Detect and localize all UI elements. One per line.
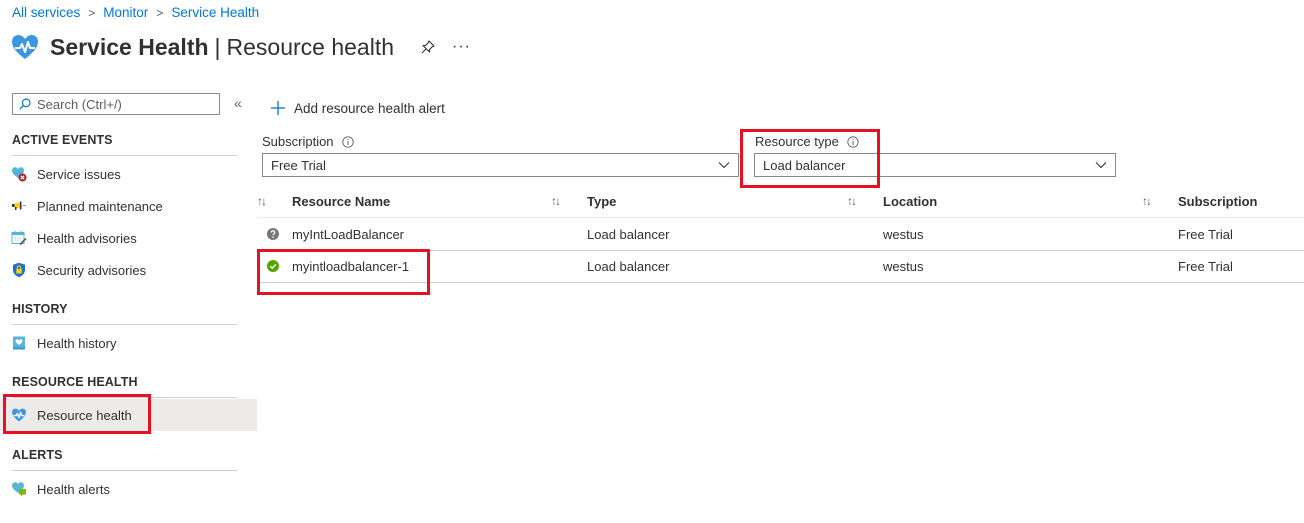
sidebar-item-health-history[interactable]: Health history [0, 327, 257, 359]
sidebar-item-label: Planned maintenance [37, 198, 163, 214]
chevron-down-icon [1095, 162, 1107, 169]
resource-type-label-text: Resource type [755, 134, 839, 149]
resource-subscription: Free Trial [1178, 226, 1233, 242]
breadcrumb-separator: > [88, 5, 96, 20]
column-header-subscription[interactable]: Subscription [1178, 185, 1257, 217]
sidebar-item-label: Health advisories [37, 230, 137, 246]
sidebar-item-label: Service issues [37, 166, 121, 182]
column-header-type[interactable]: Type [587, 185, 616, 217]
table-header: ↑↓ Resource Name ↑↓ Type ↑↓ Location ↑↓ … [257, 185, 1304, 218]
sidebar-search-input[interactable] [37, 96, 207, 112]
collapse-sidebar-button[interactable]: « [234, 95, 242, 111]
info-icon[interactable] [847, 135, 859, 148]
table-row[interactable]: myIntLoadBalancer Load balancer westus F… [257, 218, 1304, 251]
page-title-main: Service Health [50, 33, 209, 60]
sidebar-item-label: Health alerts [37, 481, 110, 497]
resource-type-value: Load balancer [763, 157, 846, 173]
search-icon [19, 98, 31, 110]
section-divider [12, 155, 237, 156]
health-alert-icon [11, 481, 27, 497]
plus-icon [271, 101, 285, 115]
resource-type: Load balancer [587, 258, 670, 274]
sort-icon[interactable]: ↑↓ [257, 185, 267, 217]
subscription-label: Subscription [262, 134, 354, 149]
page-title: Service Health | Resource health [50, 34, 394, 61]
sidebar-item-resource-health[interactable]: Resource health [0, 399, 257, 431]
shield-lock-icon [11, 262, 27, 278]
page-subtitle: Resource health [226, 33, 395, 60]
sidebar-item-label: Health history [37, 335, 117, 351]
column-header-resource-name[interactable]: Resource Name [292, 185, 390, 217]
status-available-icon [267, 250, 279, 282]
breadcrumb: All services > Monitor > Service Health [12, 5, 259, 20]
heart-pulse-icon [12, 35, 38, 59]
section-header-active-events: ACTIVE EVENTS [12, 133, 113, 147]
section-divider [12, 324, 237, 325]
table-row[interactable]: myintloadbalancer-1 Load balancer westus… [257, 250, 1304, 283]
health-book-icon [11, 335, 27, 351]
more-options-button[interactable]: ··· [452, 38, 471, 56]
resource-location: westus [883, 258, 924, 274]
pin-icon[interactable] [420, 39, 436, 55]
section-divider [12, 397, 237, 398]
resource-subscription: Free Trial [1178, 258, 1233, 274]
resource-location: westus [883, 226, 924, 242]
sidebar-item-health-advisories[interactable]: Health advisories [0, 222, 257, 254]
subscription-label-text: Subscription [262, 134, 334, 149]
status-unknown-icon [267, 218, 279, 250]
resource-type-label: Resource type [755, 134, 859, 149]
sidebar-item-health-alerts[interactable]: Health alerts [0, 473, 257, 505]
section-divider [12, 470, 237, 471]
sidebar-item-service-issues[interactable]: Service issues [0, 158, 257, 190]
section-header-alerts: ALERTS [12, 448, 63, 462]
section-header-resource-health: RESOURCE HEALTH [12, 375, 138, 389]
resource-name[interactable]: myintloadbalancer-1 [292, 250, 409, 282]
chevron-down-icon [718, 162, 730, 169]
column-header-location[interactable]: Location [883, 185, 937, 217]
add-resource-health-alert-button[interactable]: Add resource health alert [270, 100, 445, 116]
breadcrumb-monitor[interactable]: Monitor [103, 5, 148, 20]
resource-type-dropdown[interactable]: Load balancer [754, 153, 1116, 177]
resource-name[interactable]: myIntLoadBalancer [292, 218, 404, 250]
sidebar-item-security-advisories[interactable]: Security advisories [0, 254, 257, 286]
breadcrumb-service-health[interactable]: Service Health [171, 5, 259, 20]
sidebar-item-label: Resource health [37, 407, 132, 423]
sidebar-item-label: Security advisories [37, 262, 147, 278]
subscription-dropdown[interactable]: Free Trial [262, 153, 739, 177]
megaphone-icon [11, 198, 27, 214]
sidebar-item-planned-maintenance[interactable]: Planned maintenance [0, 190, 257, 222]
resource-type: Load balancer [587, 226, 670, 242]
calendar-wrench-icon [11, 230, 27, 246]
breadcrumb-separator: > [156, 5, 164, 20]
sort-icon[interactable]: ↑↓ [551, 185, 561, 217]
info-icon[interactable] [341, 135, 354, 148]
add-alert-label: Add resource health alert [294, 100, 445, 116]
page-header: Service Health | Resource health ··· [10, 30, 471, 64]
title-separator: | [214, 33, 221, 60]
sort-icon[interactable]: ↑↓ [1142, 185, 1152, 217]
breadcrumb-all-services[interactable]: All services [12, 5, 80, 20]
section-header-history: HISTORY [12, 302, 68, 316]
service-issues-icon [11, 166, 27, 182]
sort-icon[interactable]: ↑↓ [847, 185, 857, 217]
sidebar-search[interactable] [12, 93, 220, 115]
subscription-value: Free Trial [271, 157, 326, 173]
heart-pulse-icon [11, 407, 27, 423]
